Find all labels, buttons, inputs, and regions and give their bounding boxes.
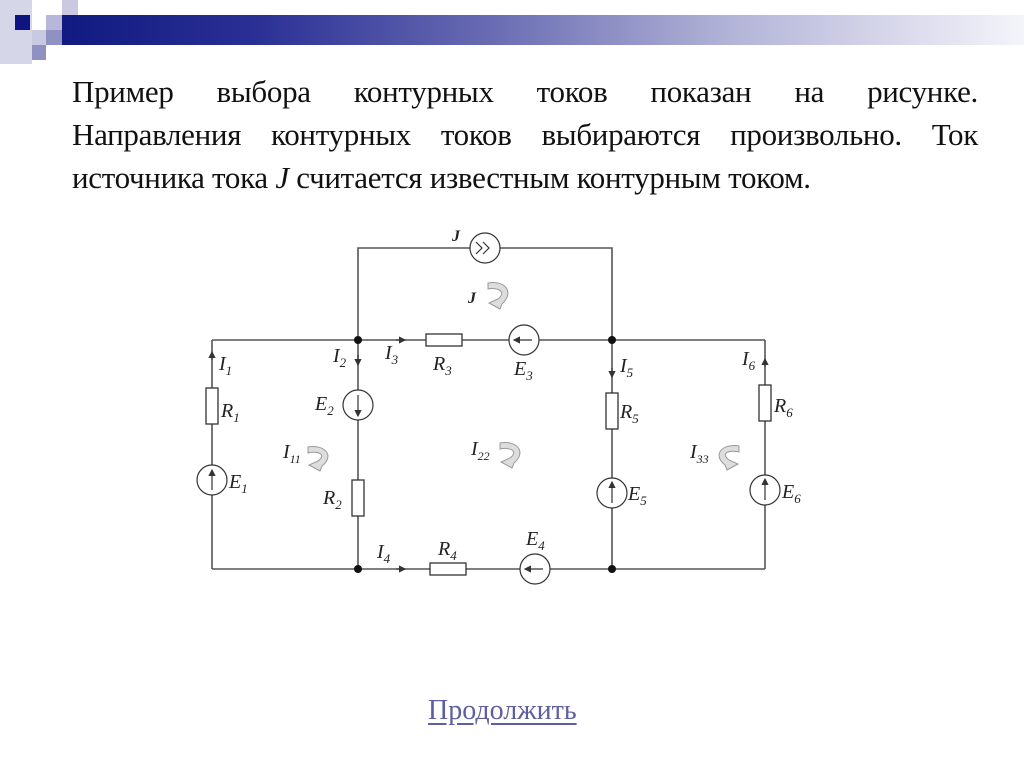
label-E4: E4 (525, 528, 545, 553)
label-R3: R3 (432, 353, 452, 378)
label-E5: E5 (627, 483, 647, 508)
loop-arrow-J-icon (487, 282, 509, 310)
label-R2: R2 (322, 487, 342, 512)
loop-arrow-I11-icon (307, 446, 329, 472)
node (354, 565, 362, 573)
loop-arrow-I33-icon (718, 445, 740, 471)
resistor-R5 (605, 392, 619, 430)
resistor-R3 (425, 333, 463, 347)
label-I11: I11 (282, 441, 301, 466)
node (354, 336, 362, 344)
label-R4: R4 (437, 538, 457, 563)
resistor-R2 (351, 479, 365, 517)
label-R6: R6 (773, 395, 793, 420)
label-E2: E2 (314, 393, 334, 418)
label-J: J (451, 228, 461, 245)
loop-arrow-I22-icon (499, 442, 521, 469)
label-I22: I22 (470, 438, 490, 463)
source-J (469, 232, 501, 264)
label-I2: I2 (332, 345, 347, 370)
label-E3: E3 (513, 358, 533, 383)
circuit-diagram: J J I1 I2 I3 I4 I5 I6 R1 R2 R3 R4 R5 R6 … (196, 228, 801, 585)
resistor-R6 (758, 384, 772, 422)
wires (211, 247, 766, 570)
label-E1: E1 (228, 471, 248, 496)
label-I33: I33 (689, 441, 709, 466)
label-I1: I1 (218, 353, 232, 378)
label-loop-J: J (467, 290, 477, 307)
labels: J J I1 I2 I3 I4 I5 I6 R1 R2 R3 R4 R5 R6 … (218, 228, 801, 566)
resistor-R1 (205, 387, 219, 425)
node (608, 336, 616, 344)
continue-link[interactable]: Продолжить (428, 695, 577, 727)
resistor-R4 (429, 562, 467, 576)
label-I5: I5 (619, 355, 634, 380)
label-I3: I3 (384, 342, 399, 367)
label-I4: I4 (376, 541, 391, 566)
label-I6: I6 (741, 348, 756, 373)
label-R5: R5 (619, 401, 639, 426)
label-R1: R1 (220, 400, 240, 425)
node (608, 565, 616, 573)
label-E6: E6 (781, 481, 801, 506)
